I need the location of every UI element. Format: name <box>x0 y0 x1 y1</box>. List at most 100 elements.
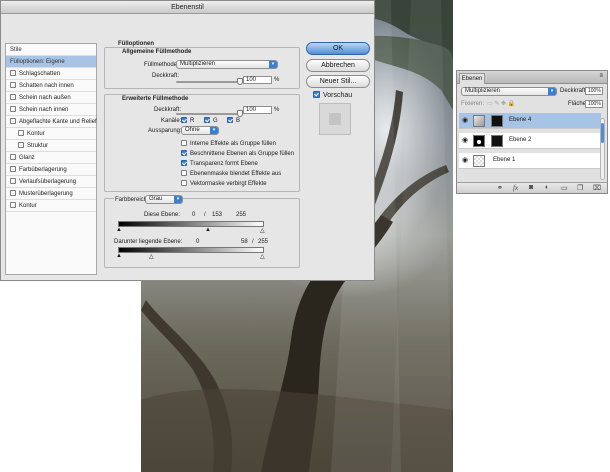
sidebar-item[interactable]: Stile <box>6 44 96 56</box>
underlying-low-marker[interactable]: ▲ <box>116 253 122 259</box>
layer-row[interactable]: ◉ Ebene 1 <box>459 153 601 169</box>
eye-icon[interactable]: ◉ <box>461 157 469 165</box>
layer-fill-input[interactable]: 100% <box>585 100 603 108</box>
advanced-option-checkbox[interactable]: Interne Effekte als Gruppe füllen <box>181 140 276 147</box>
checkbox-icon <box>181 140 187 146</box>
layers-panel: Ebenen ≡ Multiplizieren ▾ Deckkraft: 100… <box>456 70 608 194</box>
sidebar-item[interactable]: Kontur <box>6 200 96 212</box>
sidebar-item[interactable]: Farbüberlagerung <box>6 164 96 176</box>
folder-icon[interactable]: ▭ <box>561 184 568 192</box>
new-style-button[interactable]: Neuer Stil... <box>306 75 370 88</box>
checkbox-icon[interactable] <box>10 118 16 124</box>
checkbox-icon[interactable] <box>10 202 16 208</box>
color-range-select[interactable]: Grau ▾ <box>145 195 183 204</box>
opacity-input[interactable]: 100 <box>243 76 272 84</box>
layer-row[interactable]: ◉ Ebene 2 <box>459 133 601 149</box>
opacity-label: Deckkraft: <box>152 73 180 79</box>
checkbox-icon[interactable] <box>10 94 16 100</box>
channel-r-checkbox[interactable]: R <box>181 117 194 124</box>
underlying-split-marker[interactable]: △ <box>149 253 154 260</box>
advanced-option-checkbox[interactable]: Vektormaske verbirgt Effekte <box>181 180 267 187</box>
checkbox-icon[interactable] <box>10 70 16 76</box>
fill-opacity-slider[interactable] <box>176 110 243 117</box>
preview-checkbox[interactable]: Vorschau <box>313 91 352 99</box>
this-layer-high-marker[interactable]: △ <box>260 227 265 234</box>
sidebar-item-label: Fülloptionen: Eigene <box>10 59 65 65</box>
sidebar-item[interactable]: Fülloptionen: Eigene <box>6 56 96 68</box>
trash-icon[interactable]: ⌧ <box>593 184 601 192</box>
this-layer-split-marker[interactable]: ▲ <box>205 227 211 233</box>
sidebar-item-label: Kontur <box>27 131 45 137</box>
blend-mode-value: Multiplizieren <box>180 61 216 67</box>
layer-thumbnail <box>473 115 485 127</box>
new-layer-icon[interactable]: ❐ <box>577 184 583 192</box>
sidebar-item[interactable]: Glanz <box>6 152 96 164</box>
checkbox-icon[interactable] <box>10 154 16 160</box>
sidebar-item[interactable]: Musterüberlagerung <box>6 188 96 200</box>
layer-name: Ebene 2 <box>509 137 532 143</box>
color-range-value: Grau <box>149 196 163 202</box>
advanced-option-label: Ebenenmaske blendet Effekte aus <box>190 171 282 177</box>
sidebar-item-label: Abgeflachte Kante und Relief <box>19 119 97 125</box>
underlying-layer-gradient <box>118 247 264 253</box>
sidebar-item[interactable]: Schein nach außen <box>6 92 96 104</box>
lock-icons[interactable]: ▭ ✎ ✥ 🔒 <box>487 100 515 107</box>
layers-scrollbar[interactable] <box>600 118 605 180</box>
styles-sidebar: Stile Fülloptionen: Eigene Schlagschatten S… <box>5 43 97 275</box>
link-icon[interactable]: ⚭ <box>497 184 503 192</box>
eye-icon[interactable]: ◉ <box>461 117 469 125</box>
layer-row[interactable]: ◉ Ebene 4 <box>459 113 601 129</box>
layer-blend-mode-value: Multiplizieren <box>465 88 501 94</box>
channel-g-checkbox[interactable]: G <box>204 117 218 124</box>
opacity-percent: % <box>274 77 280 83</box>
fill-opacity-input[interactable]: 100 <box>243 106 272 114</box>
blend-mode-label: Füllmethode: <box>144 62 179 68</box>
checkbox-icon[interactable] <box>10 106 16 112</box>
checkbox-icon[interactable] <box>10 166 16 172</box>
layer-style-dialog: Ebenenstil Stile Fülloptionen: Eigene Schl… <box>0 0 375 281</box>
panel-menu-icon[interactable]: ≡ <box>599 73 603 79</box>
sidebar-item[interactable]: Schein nach innen <box>6 104 96 116</box>
advanced-blending-title: Erweiterte Füllmethode <box>122 96 189 102</box>
advanced-option-checkbox[interactable]: Beschnittene Ebenen als Gruppe füllen <box>181 150 294 157</box>
layer-opacity-label: Deckkraft: <box>560 88 588 94</box>
sidebar-item-label: Kontur <box>19 203 37 209</box>
scrollbar-thumb[interactable] <box>601 123 604 143</box>
mask-icon[interactable]: ◙ <box>529 184 533 191</box>
checkbox-icon[interactable] <box>10 190 16 196</box>
ok-button[interactable]: OK <box>306 42 370 55</box>
cancel-button[interactable]: Abbrechen <box>306 59 370 72</box>
channel-b-checkbox[interactable]: B <box>227 117 240 124</box>
sidebar-item[interactable]: Schlagschatten <box>6 68 96 80</box>
checkbox-icon[interactable] <box>10 82 16 88</box>
sidebar-item[interactable]: Schatten nach innen <box>6 80 96 92</box>
eye-icon[interactable]: ◉ <box>461 137 469 145</box>
blend-mode-select[interactable]: Multiplizieren ▾ <box>176 60 278 69</box>
advanced-option-checkbox[interactable]: Ebenenmaske blendet Effekte aus <box>181 170 281 177</box>
this-layer-low-marker[interactable]: ▲ <box>116 227 122 233</box>
tab-layers[interactable]: Ebenen <box>459 73 485 84</box>
sidebar-item[interactable]: Abgeflachte Kante und Relief <box>6 116 97 128</box>
sidebar-item[interactable]: Kontur <box>6 128 96 140</box>
layer-mask-thumbnail[interactable] <box>491 135 503 147</box>
layer-mask-thumbnail[interactable] <box>491 115 503 127</box>
layer-opacity-input[interactable]: 100% <box>585 87 603 95</box>
advanced-option-label: Vektormaske verbirgt Effekte <box>190 181 267 187</box>
this-layer-separator: / <box>204 212 206 218</box>
fill-opacity-percent: % <box>274 107 280 113</box>
underlying-high-marker[interactable]: △ <box>260 253 265 260</box>
advanced-option-checkbox[interactable]: Transparenz formt Ebene <box>181 160 258 167</box>
layer-blend-mode-select[interactable]: Multiplizieren ▾ <box>461 87 557 96</box>
checkbox-icon[interactable] <box>10 178 16 184</box>
layer-name: Ebene 4 <box>509 117 532 123</box>
fx-icon[interactable]: fx <box>513 184 518 192</box>
sidebar-item[interactable]: Verlaufsüberlagerung <box>6 176 96 188</box>
sidebar-item[interactable]: Struktur <box>6 140 96 152</box>
chevron-down-icon: ▾ <box>548 88 556 95</box>
checkbox-icon[interactable] <box>18 130 24 136</box>
knockout-select[interactable]: Ohne ▾ <box>181 126 219 135</box>
adjustment-icon[interactable]: ◐ <box>545 184 549 191</box>
checkbox-checked-icon <box>181 160 187 166</box>
opacity-slider[interactable] <box>176 78 243 85</box>
checkbox-icon[interactable] <box>18 142 24 148</box>
